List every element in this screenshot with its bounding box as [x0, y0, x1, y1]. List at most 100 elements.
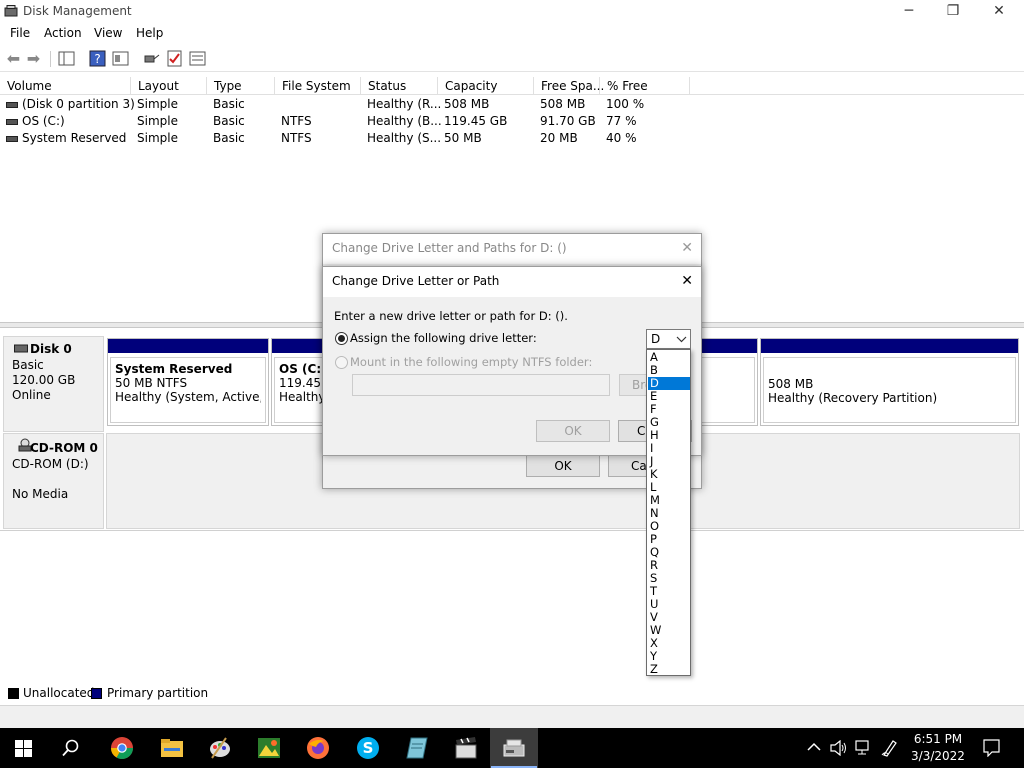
cell-file-system: NTFS — [281, 131, 312, 145]
column-status[interactable]: Status — [361, 77, 438, 95]
console-tree-icon[interactable] — [58, 50, 75, 67]
primary-partition-swatch — [91, 688, 102, 699]
dialog-title: Change Drive Letter or Path — [323, 267, 701, 297]
selected-letter: D — [651, 332, 661, 346]
dialog-prompt: Enter a new drive letter or path for D: … — [334, 309, 568, 323]
disk-icon — [14, 344, 28, 353]
checklist-icon[interactable] — [166, 50, 183, 67]
dialog-title: Change Drive Letter and Paths for D: () — [323, 234, 701, 264]
cell-volume: (Disk 0 partition 3) — [22, 97, 135, 111]
cell-free-space: 508 MB — [540, 97, 586, 111]
cell-type: Basic — [213, 131, 245, 145]
skype-icon[interactable]: S — [356, 736, 380, 760]
column-free-space[interactable]: Free Spa... — [534, 77, 604, 95]
primary-partition-bar — [761, 339, 1018, 353]
menu-help[interactable]: Help — [136, 26, 163, 40]
forward-icon[interactable]: ➡ — [25, 50, 42, 67]
video-editor-icon[interactable] — [454, 736, 478, 760]
search-icon[interactable] — [62, 739, 80, 757]
partition-size: 508 MB — [768, 377, 814, 391]
disk-status: Online — [12, 388, 51, 402]
chrome-icon[interactable] — [110, 736, 134, 760]
menu-action[interactable]: Action — [44, 26, 82, 40]
column-percent-free[interactable]: % Free — [600, 77, 690, 95]
column-layout[interactable]: Layout — [131, 77, 207, 95]
paint-icon[interactable] — [208, 736, 232, 760]
toolbar: ⬅ ➡ ? — [0, 46, 1024, 72]
assign-letter-label[interactable]: Assign the following drive letter: — [350, 331, 537, 345]
cell-volume: OS (C:) — [22, 114, 65, 128]
back-icon[interactable]: ⬅ — [5, 50, 22, 67]
table-row[interactable]: (Disk 0 partition 3) Simple Basic Health… — [0, 97, 700, 114]
cell-percent-free: 77 % — [606, 114, 637, 128]
assign-letter-radio[interactable] — [335, 332, 348, 345]
title-bar: Disk Management ─ ❐ ✕ — [0, 0, 1024, 24]
chevron-up-icon[interactable] — [807, 742, 821, 752]
drive-letter-option[interactable]: Z — [648, 663, 690, 676]
taskbar: S 6:51 PM 3/3/2022 — [0, 728, 1024, 768]
cell-capacity: 119.45 GB — [444, 114, 508, 128]
cdrom-0-label[interactable]: CD-ROM 0 CD-ROM (D:) No Media — [3, 433, 104, 529]
status-bar — [0, 705, 1024, 729]
pen-icon[interactable] — [881, 739, 898, 757]
network-icon[interactable] — [855, 740, 872, 756]
table-row[interactable]: OS (C:) Simple Basic NTFS Healthy (B... … — [0, 114, 700, 131]
dialog-close-icon[interactable]: ✕ — [681, 240, 693, 256]
photo-app-icon[interactable] — [257, 736, 281, 760]
table-row[interactable]: System Reserved Simple Basic NTFS Health… — [0, 131, 700, 148]
menu-file[interactable]: File — [10, 26, 30, 40]
firefox-icon[interactable] — [306, 736, 330, 760]
column-type[interactable]: Type — [207, 77, 275, 95]
drive-letter-option[interactable]: I — [648, 442, 690, 455]
volume-icon — [6, 102, 18, 108]
partition-system-reserved[interactable]: System Reserved 50 MB NTFS Healthy (Syst… — [107, 338, 269, 426]
mount-folder-radio[interactable] — [335, 356, 348, 369]
legend: Unallocated Primary partition — [0, 684, 1024, 702]
clock-time[interactable]: 6:51 PM — [912, 732, 964, 746]
cell-status: Healthy (B... — [367, 114, 442, 128]
volume-icon — [6, 119, 18, 125]
cdrom-media: No Media — [12, 487, 69, 501]
file-explorer-icon[interactable] — [160, 736, 184, 760]
notepad-icon[interactable] — [405, 736, 429, 760]
cell-layout: Simple — [137, 97, 178, 111]
clock-date[interactable]: 3/3/2022 — [908, 749, 968, 763]
ok-button[interactable]: OK — [526, 455, 600, 477]
drive-letter-option[interactable]: H — [648, 429, 690, 442]
notification-icon[interactable] — [983, 739, 1000, 757]
disk-0-label[interactable]: Disk 0 Basic 120.00 GB Online — [3, 336, 104, 432]
cell-layout: Simple — [137, 131, 178, 145]
minimize-button[interactable]: ─ — [886, 0, 932, 24]
disk-name: Disk 0 — [30, 342, 72, 356]
close-button[interactable]: ✕ — [976, 0, 1022, 24]
start-icon[interactable] — [15, 740, 32, 757]
mount-folder-label[interactable]: Mount in the following empty NTFS folder… — [350, 355, 592, 369]
cell-status: Healthy (R... — [367, 97, 442, 111]
volume-icon — [6, 136, 18, 142]
column-capacity[interactable]: Capacity — [438, 77, 534, 95]
dialog-close-icon[interactable]: ✕ — [681, 273, 693, 289]
cell-capacity: 50 MB — [444, 131, 482, 145]
disk-management-icon[interactable] — [502, 736, 526, 760]
column-volume[interactable]: Volume — [0, 77, 131, 95]
legend-primary-partition: Primary partition — [107, 686, 209, 700]
disk-size: 120.00 GB — [12, 373, 76, 387]
maximize-button[interactable]: ❐ — [930, 0, 976, 24]
cell-type: Basic — [213, 97, 245, 111]
properties-icon[interactable] — [112, 50, 129, 67]
change-drive-letter-dialog: Change Drive Letter or Path ✕ Enter a ne… — [322, 266, 702, 456]
partition-recovery[interactable]: 508 MB Healthy (Recovery Partition) — [760, 338, 1019, 426]
menu-view[interactable]: View — [94, 26, 122, 40]
drive-letter-combo[interactable]: D — [646, 329, 691, 349]
folder-path-input[interactable] — [352, 374, 610, 396]
drive-letter-dropdown: ABDEFGHIJKLMNOPQRSTUVWXYZ — [646, 349, 691, 676]
ok-button[interactable]: OK — [536, 420, 610, 442]
volume-icon[interactable] — [830, 740, 847, 756]
svg-text:S: S — [363, 739, 374, 757]
help-icon[interactable]: ? — [89, 50, 106, 67]
cell-volume: System Reserved — [22, 131, 127, 145]
connect-icon[interactable] — [143, 50, 160, 67]
column-file-system[interactable]: File System — [275, 77, 361, 95]
cell-type: Basic — [213, 114, 245, 128]
view-icon[interactable] — [189, 50, 206, 67]
